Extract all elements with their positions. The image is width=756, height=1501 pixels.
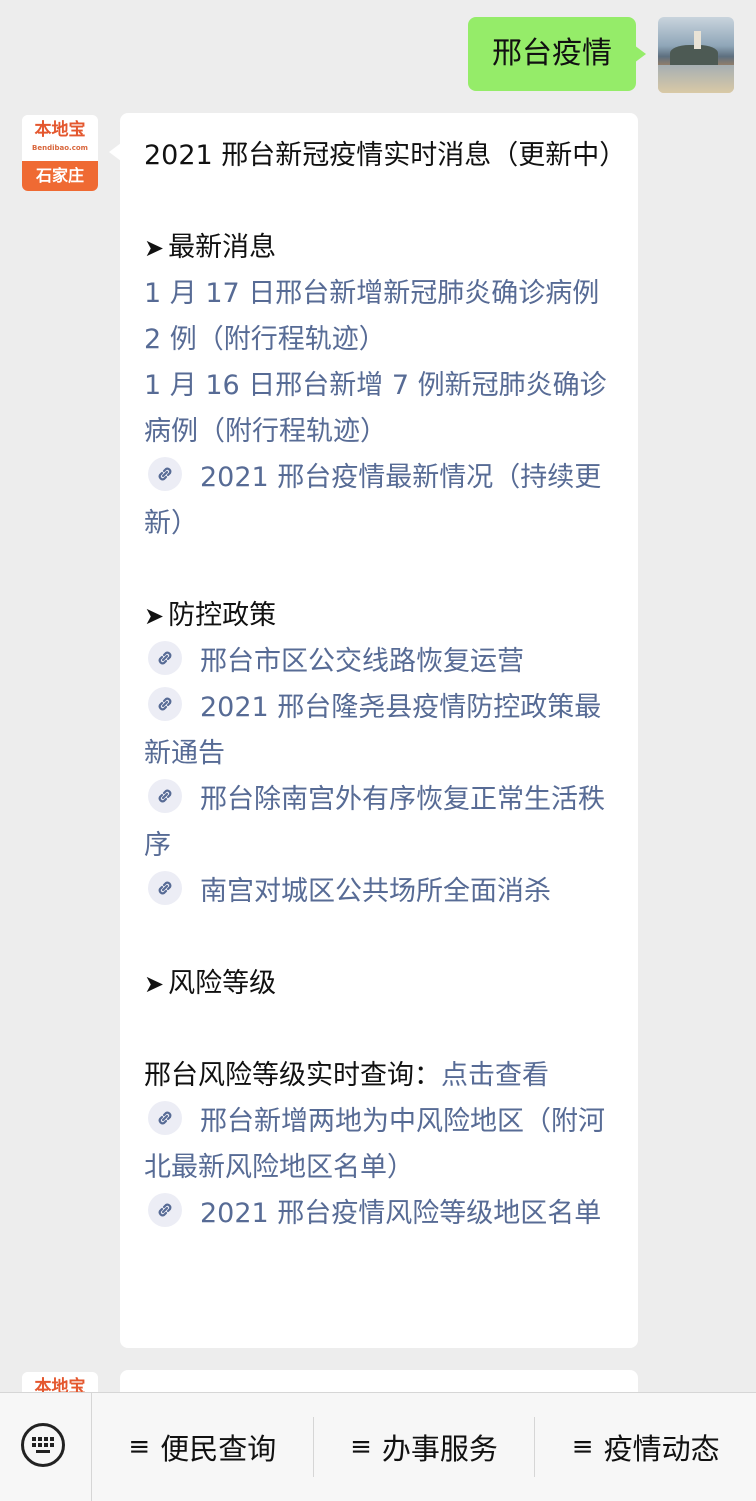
policy-link[interactable]: 邢台市区公交线路恢复运营 [144, 639, 616, 685]
menu-item-convenience-query[interactable]: ≡ 便民查询 [92, 1417, 314, 1477]
risk-link[interactable]: 2021 邢台疫情风险等级地区名单 [144, 1191, 616, 1237]
user-message-bubble[interactable]: 邢台疫情 [468, 17, 646, 91]
bot-avatar[interactable]: 本地宝 Bendibao.com 石家庄 [22, 115, 98, 191]
menu-item-services[interactable]: ≡ 办事服务 [314, 1417, 536, 1477]
keyboard-icon [21, 1423, 65, 1467]
policy-link[interactable]: 邢台除南宫外有序恢复正常生活秩序 [144, 777, 616, 869]
keyboard-toggle-button[interactable] [0, 1393, 92, 1501]
link-icon [148, 871, 182, 905]
link-icon [148, 687, 182, 721]
bot-message-bubble: 2021 邢台新冠疫情实时消息（更新中） ➤ 最新消息 1 月 17 日邢台新增新… [109, 113, 638, 1348]
link-icon [148, 1193, 182, 1227]
bottom-menu-bar: ≡ 便民查询 ≡ 办事服务 ≡ 疫情动态 [0, 1392, 756, 1501]
menu-icon: ≡ [128, 1432, 151, 1462]
risk-query-line: 邢台风险等级实时查询：点击查看 [144, 1060, 549, 1091]
arrow-icon: ➤ [144, 234, 165, 262]
news-link[interactable]: 2021 邢台疫情最新情况（持续更新） [144, 455, 616, 547]
link-icon [148, 1101, 182, 1135]
bot-logo: 本地宝 Bendibao.com [22, 115, 98, 159]
user-avatar[interactable] [658, 17, 734, 93]
risk-link[interactable]: 邢台新增两地为中风险地区（附河北最新风险地区名单） [144, 1099, 616, 1191]
section-heading-latest: ➤ 最新消息 [144, 232, 277, 263]
link-icon [148, 457, 182, 491]
menu-icon: ≡ [350, 1432, 372, 1462]
news-link[interactable]: 1 月 17 日邢台新增新冠肺炎确诊病例 2 例（附行程轨迹） [144, 271, 616, 363]
bot-city-label: 石家庄 [22, 161, 98, 191]
section-heading-policy: ➤ 防控政策 [144, 600, 277, 631]
arrow-icon: ➤ [144, 602, 165, 630]
menu-item-epidemic-news[interactable]: ≡ 疫情动态 [535, 1417, 756, 1477]
policy-link[interactable]: 南宫对城区公共场所全面消杀 [144, 869, 616, 915]
policy-link[interactable]: 2021 邢台隆尧县疫情防控政策最新通告 [144, 685, 616, 777]
article-title: 2021 邢台新冠疫情实时消息（更新中） [144, 140, 627, 171]
arrow-icon: ➤ [144, 970, 165, 998]
user-message[interactable]: 邢台疫情 [468, 17, 646, 91]
menu-icon: ≡ [571, 1432, 594, 1462]
link-icon [148, 779, 182, 813]
query-link[interactable]: 点击查看 [441, 1060, 549, 1091]
news-link[interactable]: 1 月 16 日邢台新增 7 例新冠肺炎确诊病例（附行程轨迹） [144, 363, 616, 455]
link-icon [148, 641, 182, 675]
section-heading-risk: ➤ 风险等级 [144, 968, 277, 999]
